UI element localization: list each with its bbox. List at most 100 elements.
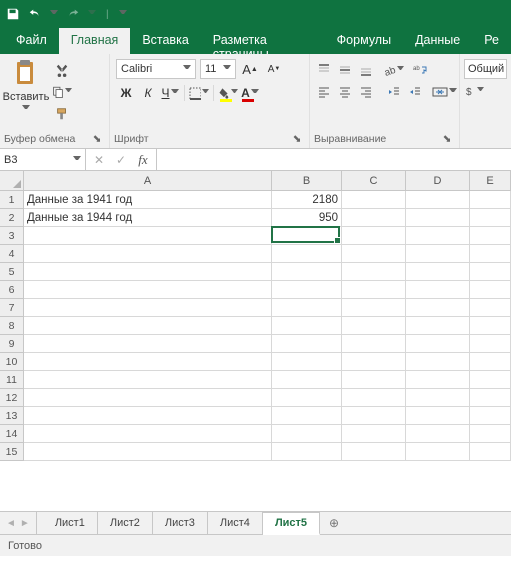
align-dialog-launcher-icon[interactable]: ⬊ (441, 133, 453, 145)
sheet-nav-prev-icon[interactable]: ◄ (6, 518, 16, 529)
align-left-icon[interactable] (314, 82, 334, 102)
orientation-icon[interactable]: ab (384, 60, 404, 80)
cell-E7[interactable] (470, 299, 511, 317)
row-header-2[interactable]: 2 (0, 209, 24, 227)
cell-E15[interactable] (470, 443, 511, 461)
cell-C15[interactable] (342, 443, 406, 461)
cell-B2[interactable]: 950 (272, 209, 342, 227)
row-header-7[interactable]: 7 (0, 299, 24, 317)
cell-D11[interactable] (406, 371, 470, 389)
cell-E14[interactable] (470, 425, 511, 443)
cell-E2[interactable] (470, 209, 511, 227)
cell-B7[interactable] (272, 299, 342, 317)
grow-font-icon[interactable]: A▲ (240, 59, 260, 79)
tab-review[interactable]: Ре (472, 28, 511, 54)
cell-B9[interactable] (272, 335, 342, 353)
row-header-3[interactable]: 3 (0, 227, 24, 245)
cell-B13[interactable] (272, 407, 342, 425)
row-header-14[interactable]: 14 (0, 425, 24, 443)
cell-A11[interactable] (24, 371, 272, 389)
column-header-E[interactable]: E (470, 171, 511, 190)
format-painter-icon[interactable] (52, 105, 72, 123)
cell-A2[interactable]: Данные за 1944 год (24, 209, 272, 227)
cell-C5[interactable] (342, 263, 406, 281)
column-header-D[interactable]: D (406, 171, 470, 190)
cell-D4[interactable] (406, 245, 470, 263)
new-sheet-button[interactable]: ⊕ (320, 512, 348, 534)
cut-icon[interactable] (52, 61, 72, 79)
cell-A4[interactable] (24, 245, 272, 263)
tab-insert[interactable]: Вставка (130, 28, 200, 54)
sheet-tab-5[interactable]: Лист5 (263, 512, 320, 535)
cell-C8[interactable] (342, 317, 406, 335)
cell-B8[interactable] (272, 317, 342, 335)
tab-home[interactable]: Главная (59, 28, 131, 54)
cell-D14[interactable] (406, 425, 470, 443)
sheet-tab-1[interactable]: Лист1 (43, 512, 98, 534)
cell-D10[interactable] (406, 353, 470, 371)
cell-E10[interactable] (470, 353, 511, 371)
bold-button[interactable]: Ж (116, 83, 136, 103)
font-color-icon[interactable]: A (240, 83, 260, 103)
cell-B6[interactable] (272, 281, 342, 299)
cell-D8[interactable] (406, 317, 470, 335)
row-header-11[interactable]: 11 (0, 371, 24, 389)
cell-B1[interactable]: 2180 (272, 191, 342, 209)
wrap-text-icon[interactable]: ab (410, 60, 430, 80)
clipboard-dialog-launcher-icon[interactable]: ⬊ (91, 133, 103, 145)
cell-A6[interactable] (24, 281, 272, 299)
undo-icon[interactable] (28, 7, 42, 21)
cell-D12[interactable] (406, 389, 470, 407)
cell-C1[interactable] (342, 191, 406, 209)
cell-B12[interactable] (272, 389, 342, 407)
borders-icon[interactable] (189, 83, 209, 103)
cell-E8[interactable] (470, 317, 511, 335)
align-center-icon[interactable] (335, 82, 355, 102)
row-header-12[interactable]: 12 (0, 389, 24, 407)
cell-E1[interactable] (470, 191, 511, 209)
cell-B3[interactable] (272, 227, 342, 245)
cell-C13[interactable] (342, 407, 406, 425)
shrink-font-icon[interactable]: A▼ (264, 59, 284, 79)
cell-C7[interactable] (342, 299, 406, 317)
cell-C6[interactable] (342, 281, 406, 299)
cell-A10[interactable] (24, 353, 272, 371)
cell-A5[interactable] (24, 263, 272, 281)
undo-dropdown[interactable] (50, 10, 58, 18)
cell-B4[interactable] (272, 245, 342, 263)
row-header-1[interactable]: 1 (0, 191, 24, 209)
cell-D2[interactable] (406, 209, 470, 227)
formula-input[interactable] (157, 149, 511, 170)
cell-D3[interactable] (406, 227, 470, 245)
cell-E12[interactable] (470, 389, 511, 407)
cell-B10[interactable] (272, 353, 342, 371)
tab-data[interactable]: Данные (403, 28, 472, 54)
insert-function-icon[interactable]: fx (132, 149, 154, 170)
cell-C12[interactable] (342, 389, 406, 407)
row-header-4[interactable]: 4 (0, 245, 24, 263)
cell-A9[interactable] (24, 335, 272, 353)
sheet-tab-4[interactable]: Лист4 (208, 512, 263, 534)
paste-dropdown[interactable] (22, 105, 30, 113)
cell-A3[interactable] (24, 227, 272, 245)
cell-E5[interactable] (470, 263, 511, 281)
tab-file[interactable]: Файл (4, 28, 59, 54)
row-header-9[interactable]: 9 (0, 335, 24, 353)
select-all-button[interactable] (0, 171, 24, 190)
cell-D5[interactable] (406, 263, 470, 281)
paste-button[interactable]: Вставить (0, 57, 52, 132)
name-box[interactable]: B3 (0, 149, 86, 170)
cell-C4[interactable] (342, 245, 406, 263)
align-middle-icon[interactable] (335, 60, 355, 80)
decrease-indent-icon[interactable] (384, 82, 404, 102)
align-bottom-icon[interactable] (356, 60, 376, 80)
cell-E6[interactable] (470, 281, 511, 299)
sheet-tab-3[interactable]: Лист3 (153, 512, 208, 534)
increase-indent-icon[interactable] (405, 82, 425, 102)
cell-C10[interactable] (342, 353, 406, 371)
font-size-combo[interactable]: 11 (200, 59, 236, 79)
cell-A12[interactable] (24, 389, 272, 407)
cell-D6[interactable] (406, 281, 470, 299)
underline-button[interactable]: Ч (160, 83, 180, 103)
cell-A15[interactable] (24, 443, 272, 461)
